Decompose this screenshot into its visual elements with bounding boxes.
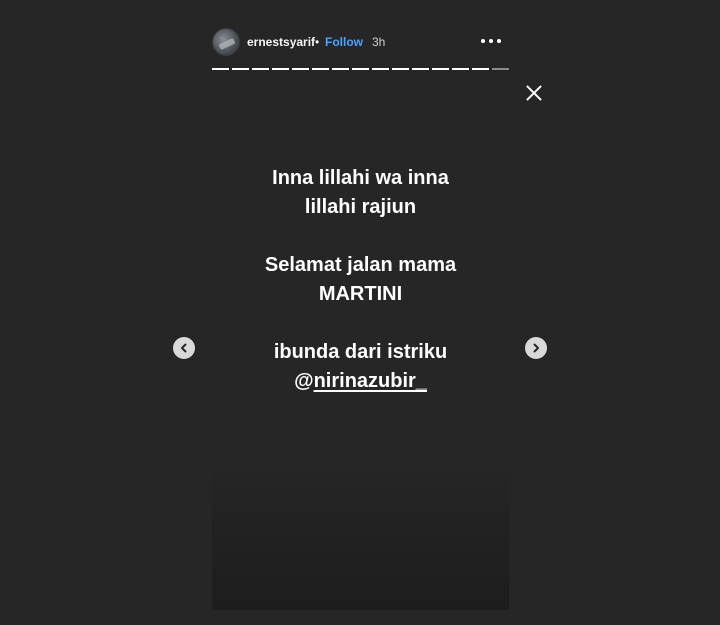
chevron-left-icon [181, 343, 187, 353]
chevron-right-icon [533, 343, 539, 353]
mention-line: @nirinazubir_ [212, 367, 509, 396]
story-card[interactable]: Inna lillahi wa inna lillahi rajiun Sela… [212, 75, 509, 610]
story-line: MARTINI [318, 283, 403, 305]
previous-story-button[interactable] [173, 337, 195, 359]
separator-dot: • [315, 35, 320, 49]
story-header: ernestsyarif • Follow 3h [212, 27, 509, 57]
story-progress-bar [212, 68, 509, 71]
user-avatar[interactable] [212, 28, 240, 56]
progress-segment [292, 68, 309, 70]
progress-segment [272, 68, 289, 70]
progress-segment [212, 68, 229, 70]
progress-segment [312, 68, 329, 70]
next-story-button[interactable] [525, 337, 547, 359]
mention-link[interactable]: nirinazubir_ [314, 370, 427, 392]
story-line: ibunda dari istriku [273, 341, 448, 363]
username[interactable]: ernestsyarif [247, 35, 315, 49]
story-text: Inna lillahi wa inna lillahi rajiun Sela… [212, 164, 509, 396]
progress-segment [252, 68, 269, 70]
story-line: Selamat jalan mama [264, 254, 457, 276]
progress-segment [412, 68, 429, 70]
progress-segment [332, 68, 349, 70]
mention-prefix: @ [294, 370, 314, 392]
progress-segment [472, 68, 489, 70]
progress-segment [432, 68, 449, 70]
progress-segment [392, 68, 409, 70]
progress-segment [352, 68, 369, 70]
progress-segment [232, 68, 249, 70]
progress-segment [372, 68, 389, 70]
story-line: Inna lillahi wa inna [272, 167, 449, 189]
close-icon[interactable] [523, 82, 545, 104]
more-options-icon[interactable] [479, 32, 503, 50]
progress-segment-current [492, 68, 509, 70]
story-line: lillahi rajiun [304, 196, 417, 218]
progress-segment [452, 68, 469, 70]
post-time: 3h [372, 35, 386, 49]
follow-button[interactable]: Follow [325, 35, 363, 49]
